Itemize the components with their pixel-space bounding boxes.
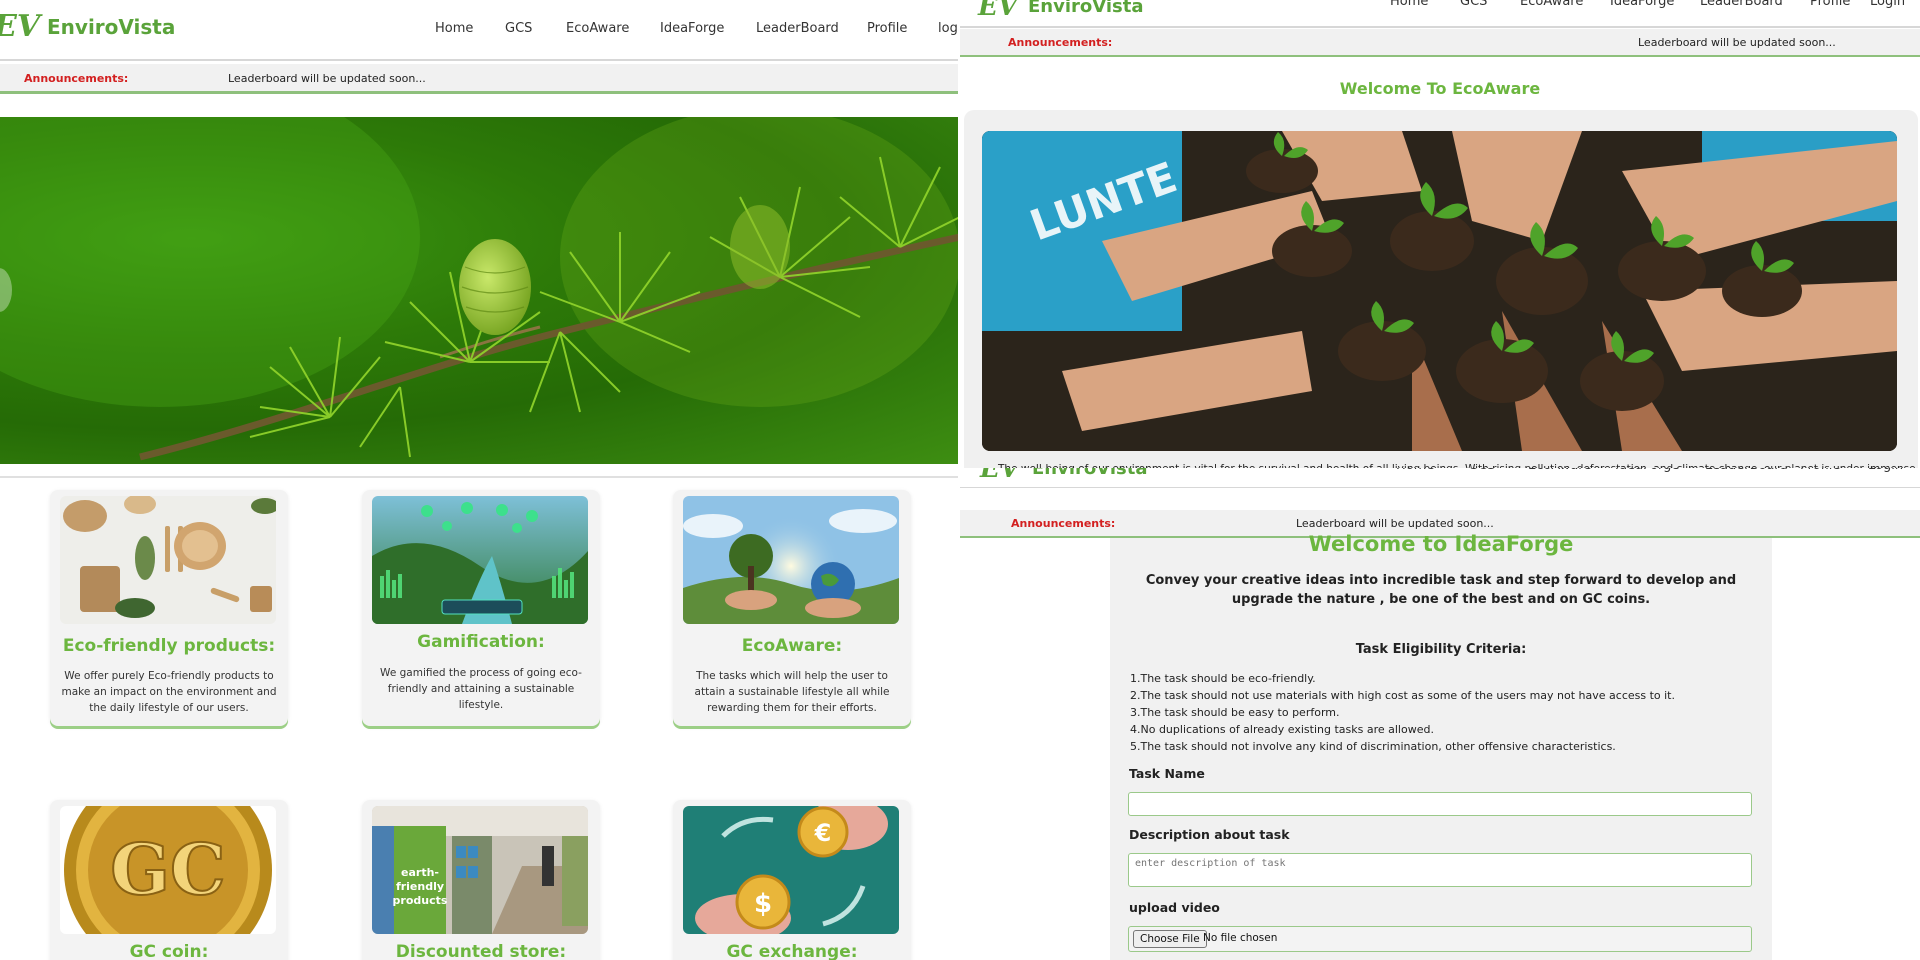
description-label: Description about task (1129, 827, 1290, 842)
nav-login-link[interactable]: Login (1868, 468, 1903, 473)
nav-gcs-link[interactable]: GCS (505, 21, 532, 36)
feature-card-ecoaware[interactable]: EcoAware: The tasks which will help the … (673, 490, 911, 726)
svg-text:friendly: friendly (396, 880, 444, 893)
nav-leaderboard-link[interactable]: LeaderBoard (1700, 0, 1783, 9)
eco-products-image (60, 496, 276, 624)
nav-gcs-link[interactable]: GCS (1460, 0, 1487, 9)
ecoaware-image (683, 496, 899, 624)
choose-file-button[interactable]: Choose File (1133, 930, 1207, 948)
nav-gcs-link[interactable]: GCS (1468, 468, 1495, 473)
hands-with-seedlings-image: LUNTE (982, 131, 1897, 451)
nav-ecoaware-link[interactable]: EcoAware (566, 21, 629, 36)
nav-leaderboard-link[interactable]: LeaderBoard (756, 21, 839, 36)
brand-name[interactable]: EnviroVista (1032, 468, 1148, 479)
home-page-panel: EV EnviroVista Home GCS EcoAware IdeaFor… (0, 0, 958, 960)
feature-card-discounted-store[interactable]: earth- friendly products Discounted stor… (362, 800, 600, 960)
svg-text:$: $ (754, 889, 772, 919)
card-title: Eco-friendly products: (62, 636, 276, 656)
brand-name[interactable]: EnviroVista (1028, 0, 1144, 17)
file-status-text: No file chosen (1203, 932, 1278, 944)
announcement-text: Leaderboard will be updated soon... (228, 72, 426, 85)
card-description: We gamified the process of going eco-fri… (380, 667, 582, 711)
video-file-input[interactable]: Choose File No file chosen (1128, 926, 1752, 952)
card-description: The tasks which will help the user to at… (694, 670, 890, 714)
brand-name[interactable]: EnviroVista (47, 15, 175, 39)
logo-mark[interactable]: EV (980, 468, 1020, 484)
criteria-item: 2.The task should not use materials with… (1130, 689, 1675, 702)
announcement-label: Announcements: (1008, 36, 1113, 49)
criteria-title: Task Eligibility Criteria: (1355, 642, 1527, 657)
announcement-text: Leaderboard will be updated soon... (1296, 517, 1494, 530)
nav-profile-link[interactable]: Profile (867, 21, 907, 36)
exchange-image: € $ (683, 806, 899, 934)
card-title: GC coin: (129, 942, 209, 960)
criteria-item: 3.The task should be easy to perform. (1130, 706, 1340, 719)
task-name-label: Task Name (1129, 766, 1205, 781)
nav-login-link[interactable]: Login (1870, 0, 1905, 9)
nav-home-link[interactable]: Home (1390, 0, 1428, 9)
description-textarea[interactable] (1128, 853, 1752, 887)
store-image: earth- friendly products (372, 806, 588, 934)
announcement-label: Announcements: (1011, 517, 1116, 530)
announcement-text: Leaderboard will be updated soon... (1638, 36, 1836, 49)
criteria-item: 5.The task should not involve any kind o… (1130, 740, 1616, 753)
ecoaware-page-panel: EV EnviroVista Home GCS EcoAware IdeaFor… (960, 0, 1920, 480)
ideaforge-page-panel: EV EnviroVista Home GCS EcoAware IdeaFor… (960, 468, 1920, 960)
gc-coin-image: GC (60, 806, 276, 934)
announcement-bar: Announcements: Leaderboard will be updat… (0, 64, 958, 94)
card-title: GC exchange: (726, 942, 858, 960)
nav-home-link[interactable]: Home (435, 21, 473, 36)
card-title: EcoAware: (741, 636, 843, 656)
feature-card-gamification[interactable]: Gamification: We gamified the process of… (362, 490, 600, 726)
larch-branch-illustration (0, 117, 958, 461)
nav-profile-link[interactable]: Profile (1800, 468, 1840, 473)
criteria-item: 4.No duplications of already existing ta… (1130, 723, 1434, 736)
announcement-bar: Announcements: Leaderboard will be updat… (960, 29, 1920, 57)
nav-ideaforge-link[interactable]: IdeaForge (660, 21, 724, 36)
nav-leaderboard-link[interactable]: LeaderBoard (1705, 468, 1788, 473)
svg-text:products: products (393, 894, 448, 907)
task-name-input[interactable] (1128, 792, 1752, 816)
feature-card-gc-coin[interactable]: GC GC coin: (50, 800, 288, 960)
ideaforge-subtitle: Convey your creative ideas into incredib… (1145, 573, 1737, 607)
feature-card-gc-exchange[interactable]: € $ GC exchange: (673, 800, 911, 960)
hero-image (0, 117, 958, 464)
top-navbar: EV EnviroVista Home GCS EcoAware IdeaFor… (960, 468, 1920, 488)
gamification-image (372, 496, 588, 624)
nav-profile-link[interactable]: Profile (1810, 0, 1850, 9)
upload-video-label: upload video (1129, 900, 1220, 915)
top-navbar: EV EnviroVista Home GCS EcoAware IdeaFor… (0, 0, 958, 61)
card-description: We offer purely Eco-friendly products to… (61, 670, 277, 714)
nav-ecoaware-link[interactable]: EcoAware (1528, 468, 1591, 473)
criteria-item: 1.The task should be eco-friendly. (1130, 672, 1316, 685)
nav-login-link[interactable]: log (938, 21, 958, 36)
logo-mark[interactable]: EV (978, 0, 1018, 22)
svg-text:earth-: earth- (401, 866, 439, 879)
feature-card-eco-products[interactable]: Eco-friendly products: We offer purely E… (50, 490, 288, 726)
svg-text:GC: GC (110, 828, 226, 911)
svg-text:€: € (814, 819, 832, 847)
nav-ideaforge-link[interactable]: IdeaForge (1610, 0, 1674, 9)
ecoaware-title: Welcome To EcoAware (1339, 79, 1541, 98)
ideaforge-title: Welcome to IdeaForge (1308, 532, 1574, 556)
logo-mark[interactable]: EV (0, 9, 40, 44)
nav-ecoaware-link[interactable]: EcoAware (1520, 0, 1583, 9)
announcement-label: Announcements: (24, 72, 129, 85)
card-title: Discounted store: (395, 942, 567, 960)
nav-home-link[interactable]: Home (1396, 468, 1434, 473)
nav-ideaforge-link[interactable]: IdeaForge (1615, 468, 1679, 473)
card-title: Gamification: (417, 632, 545, 652)
top-navbar: EV EnviroVista Home GCS EcoAware IdeaFor… (960, 0, 1920, 28)
section-divider (0, 476, 958, 478)
